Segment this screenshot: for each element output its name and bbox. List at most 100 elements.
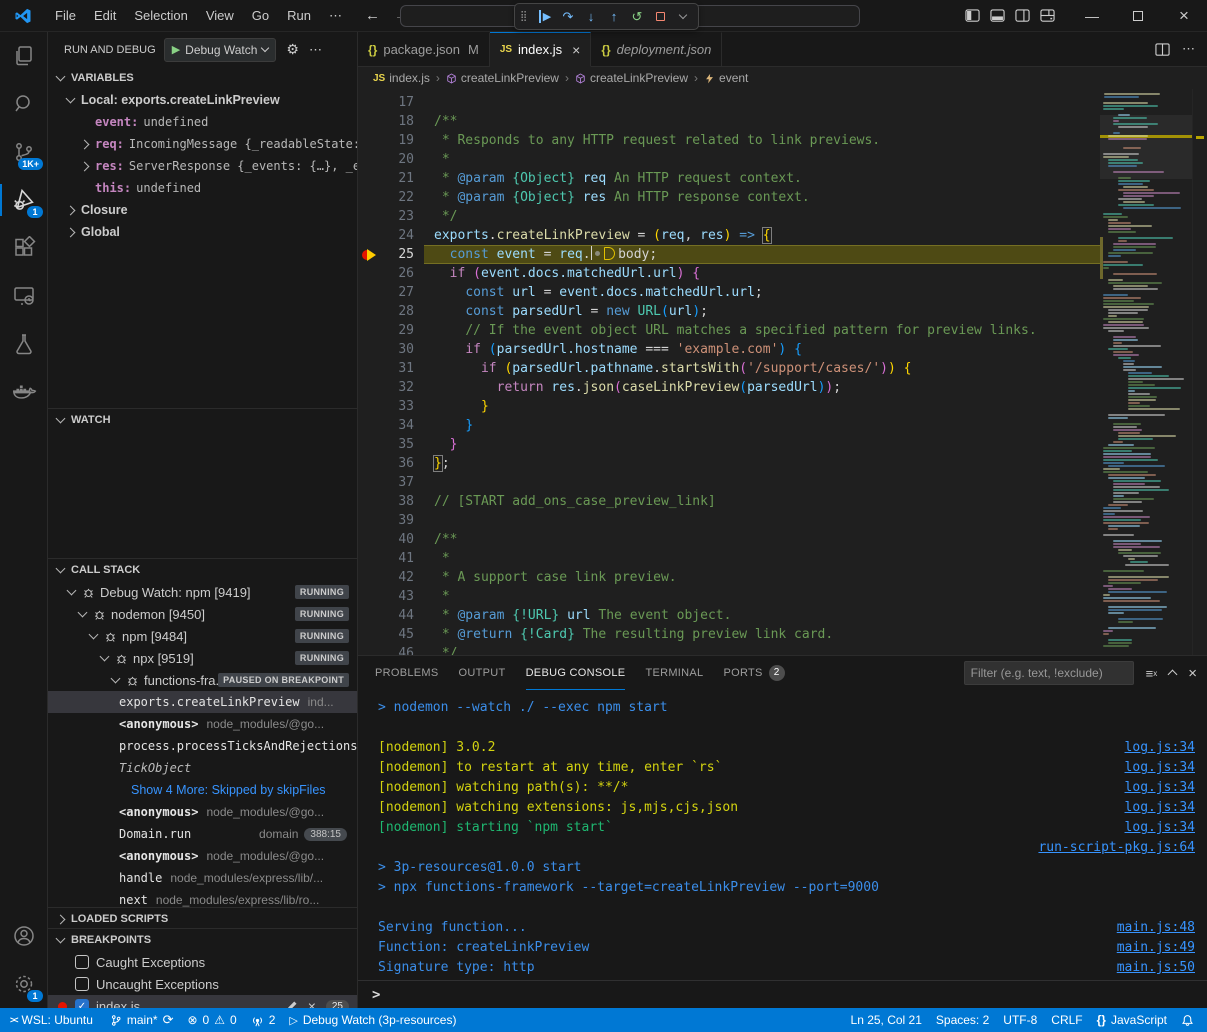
debug-console-output[interactable]: > nodemon --watch ./ --exec npm start[no… — [358, 690, 1207, 980]
activity-search-icon[interactable] — [0, 80, 47, 128]
console-filter-input[interactable] — [964, 661, 1134, 685]
menu-run[interactable]: Run — [278, 5, 320, 27]
debug-toolbar-more-icon[interactable] — [673, 7, 693, 27]
editor-more-actions-icon[interactable]: ⋯ — [1182, 41, 1195, 57]
breakpoint-margin[interactable] — [358, 302, 384, 321]
menu-[interactable]: ⋯ — [320, 5, 351, 27]
breakpoint-margin[interactable] — [358, 188, 384, 207]
breakpoint-margin[interactable] — [358, 587, 384, 606]
toggle-sidebar-icon[interactable] — [965, 8, 980, 23]
console-source-link[interactable]: main.js:49 — [1117, 938, 1195, 958]
debug-step-into-button[interactable]: ↓ — [581, 7, 601, 27]
tree-chevron-icon[interactable] — [89, 630, 99, 640]
tree-chevron-icon[interactable] — [80, 161, 90, 171]
loaded-scripts-section-header[interactable]: LOADED SCRIPTS — [48, 908, 357, 928]
tree-chevron-icon[interactable] — [100, 652, 110, 662]
activity-docker-icon[interactable] — [0, 368, 47, 416]
breakpoint-margin[interactable] — [358, 283, 384, 302]
breakpoint-margin[interactable] — [358, 644, 384, 655]
minimap[interactable] — [1100, 89, 1192, 655]
breakpoint-checkbox[interactable] — [75, 977, 89, 991]
panel-tab-ports[interactable]: PORTS2 — [723, 656, 784, 690]
breakpoint-margin[interactable] — [358, 378, 384, 397]
editor-gutter[interactable]: 36 — [358, 454, 424, 473]
call-stack-section-header[interactable]: CALL STACK — [48, 559, 357, 581]
activity-testing-icon[interactable] — [0, 320, 47, 368]
breadcrumb-item[interactable]: JSindex.js — [373, 71, 430, 85]
console-source-link[interactable]: log.js:34 — [1125, 778, 1195, 798]
editor-gutter[interactable]: 34 — [358, 416, 424, 435]
editor-gutter[interactable]: 43 — [358, 587, 424, 606]
editor-gutter[interactable]: 17 — [358, 93, 424, 112]
breadcrumb-item[interactable]: event — [704, 71, 748, 85]
remove-breakpoint-icon[interactable]: × — [308, 998, 316, 1008]
stack-frame-row[interactable]: exports.createLinkPreviewind... — [48, 691, 357, 713]
show-more-link[interactable]: Show 4 More: Skipped by skipFiles — [119, 783, 326, 797]
variable-row[interactable]: req:IncomingMessage {_readableState:… — [48, 133, 357, 155]
tree-chevron-icon[interactable] — [78, 608, 88, 618]
editor-gutter[interactable]: 38 — [358, 492, 424, 511]
editor-gutter[interactable]: 39 — [358, 511, 424, 530]
console-source-link[interactable]: main.js:48 — [1117, 918, 1195, 938]
tab-deployment-json[interactable]: {}deployment.json — [591, 32, 722, 66]
stack-frame-row[interactable]: nextnode_modules/express/lib/ro... — [48, 889, 357, 907]
editor-gutter[interactable]: 22 — [358, 188, 424, 207]
status-remote-indicator[interactable]: ><WSL: Ubuntu — [0, 1008, 103, 1032]
activity-remote-explorer-icon[interactable] — [0, 272, 47, 320]
stack-frame-row[interactable]: <anonymous>node_modules/@go... — [48, 801, 357, 823]
overview-ruler[interactable] — [1192, 89, 1207, 655]
console-source-link[interactable]: log.js:34 — [1125, 798, 1195, 818]
variable-row[interactable]: Global — [48, 221, 357, 243]
breakpoint-checkbox[interactable] — [75, 955, 89, 969]
breakpoint-margin[interactable] — [358, 93, 384, 112]
editor-gutter[interactable]: 18 — [358, 112, 424, 131]
breakpoint-margin[interactable] — [358, 112, 384, 131]
editor-gutter[interactable]: 37 — [358, 473, 424, 492]
stack-frame-row[interactable]: Domain.rundomain388:15 — [48, 823, 357, 845]
variables-section-header[interactable]: VARIABLES — [48, 67, 357, 89]
breakpoint-margin[interactable] — [358, 321, 384, 340]
panel-tab-debug-console[interactable]: DEBUG CONSOLE — [526, 656, 626, 690]
tree-chevron-icon[interactable] — [66, 205, 76, 215]
split-editor-icon[interactable] — [1155, 42, 1170, 57]
call-stack-thread[interactable]: Debug Watch: npm [9419]RUNNING — [48, 581, 357, 603]
status-notifications[interactable] — [1174, 1008, 1201, 1032]
breakpoint-margin[interactable] — [358, 549, 384, 568]
edit-breakpoint-icon[interactable] — [286, 1000, 298, 1008]
code-editor[interactable]: 1718/**19 * Responds to any HTTP request… — [358, 89, 1207, 655]
status-indentation[interactable]: Spaces: 2 — [929, 1008, 996, 1032]
toolbar-grip-icon[interactable]: ⣿ — [520, 11, 532, 22]
stack-frame-row[interactable]: <anonymous>node_modules/@go... — [48, 845, 357, 867]
tree-chevron-icon[interactable] — [67, 586, 77, 596]
call-stack-thread[interactable]: npm [9484]RUNNING — [48, 625, 357, 647]
debug-step-over-button[interactable]: ↷ — [558, 7, 578, 27]
editor-gutter[interactable]: 25 — [358, 245, 424, 264]
breakpoint-margin[interactable] — [358, 131, 384, 150]
maximize-button[interactable] — [1115, 0, 1161, 31]
debug-continue-button[interactable]: ▶ — [535, 7, 555, 27]
maximize-panel-icon[interactable] — [1169, 668, 1176, 678]
call-stack-thread[interactable]: functions-fra...PAUSED ON BREAKPOINT — [48, 669, 357, 691]
breakpoint-margin[interactable] — [358, 150, 384, 169]
console-source-link[interactable]: main.js:50 — [1117, 958, 1195, 978]
editor-gutter[interactable]: 46 — [358, 644, 424, 655]
tab-index-js[interactable]: JSindex.js× — [490, 32, 592, 67]
debug-settings-gear-icon[interactable]: ⚙ — [286, 41, 299, 58]
breakpoint-margin[interactable] — [358, 226, 384, 245]
editor-gutter[interactable]: 21 — [358, 169, 424, 188]
call-stack-thread[interactable]: npx [9519]RUNNING — [48, 647, 357, 669]
breadcrumb-item[interactable]: createLinkPreview — [575, 71, 688, 85]
editor-gutter[interactable]: 45 — [358, 625, 424, 644]
stack-frame-row[interactable]: <anonymous>node_modules/@go... — [48, 713, 357, 735]
panel-tab-terminal[interactable]: TERMINAL — [645, 656, 703, 690]
editor-gutter[interactable]: 33 — [358, 397, 424, 416]
breakpoint-margin[interactable] — [358, 606, 384, 625]
editor-gutter[interactable]: 42 — [358, 568, 424, 587]
clear-console-icon[interactable]: ≡x — [1146, 666, 1158, 681]
activity-extensions-icon[interactable] — [0, 224, 47, 272]
accounts-icon[interactable] — [0, 912, 47, 960]
sidebar-more-icon[interactable]: ⋯ — [309, 42, 323, 58]
status-forwarded-ports[interactable]: 2 — [244, 1008, 283, 1032]
breakpoint-margin[interactable] — [358, 169, 384, 188]
tab-package-json[interactable]: {}package.jsonM — [358, 32, 490, 66]
